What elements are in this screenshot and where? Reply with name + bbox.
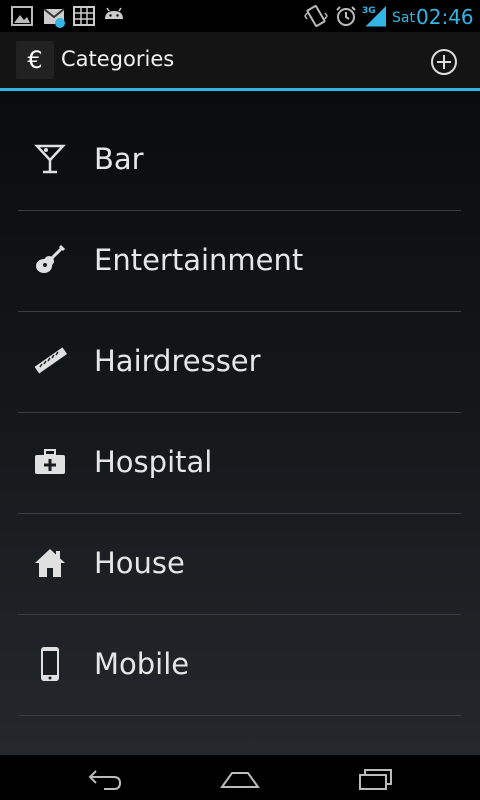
list-item-entertainment[interactable]: Entertainment [18, 210, 461, 312]
cocktail-icon [34, 144, 66, 174]
status-day: Sat [392, 10, 415, 26]
list-item-mobile[interactable]: Mobile [18, 614, 461, 716]
android-icon [105, 7, 123, 19]
status-bar: 3G Sat 02:46 [0, 0, 480, 32]
signal-icon [366, 6, 386, 27]
list-item-label: House [94, 546, 185, 580]
list-item-label: Hospital [94, 445, 213, 479]
alarm-icon [336, 6, 356, 26]
list-item-label: Mobile [94, 647, 190, 681]
list-item-bar[interactable]: Bar [18, 109, 461, 211]
mobile-phone-icon [41, 647, 59, 681]
add-category-button[interactable] [428, 46, 460, 78]
list-item-hospital[interactable]: Hospital [18, 412, 461, 514]
home-button[interactable] [218, 763, 262, 793]
guitar-icon [36, 244, 66, 273]
page-title: Categories [61, 47, 175, 71]
action-bar: € Categories [0, 32, 480, 88]
category-list: Bar Entertainment Hairdresser Hospital H… [0, 91, 480, 755]
system-icons: 3G Sat 02:46 [304, 4, 474, 29]
back-button[interactable] [84, 763, 128, 793]
medical-kit-icon [35, 449, 65, 474]
status-time: 02:46 [416, 5, 474, 29]
gallery-icon [11, 6, 33, 26]
list-item-label: Bar [94, 142, 144, 176]
list-item-house[interactable]: House [18, 513, 461, 615]
list-item-hairdresser[interactable]: Hairdresser [18, 311, 461, 413]
recent-apps-button[interactable] [354, 763, 398, 793]
screen: 3G Sat 02:46 € Categories Bar Entertainm… [0, 0, 480, 800]
vibrate-icon [304, 5, 328, 27]
list-item-label: Entertainment [94, 243, 304, 277]
list-item-label: Hairdresser [94, 344, 261, 378]
ruler-icon [34, 347, 68, 374]
house-icon [35, 549, 65, 577]
calendar-icon [73, 6, 95, 26]
gmail-icon [43, 8, 65, 28]
app-icon[interactable]: € [16, 41, 54, 79]
navigation-bar [0, 755, 480, 800]
